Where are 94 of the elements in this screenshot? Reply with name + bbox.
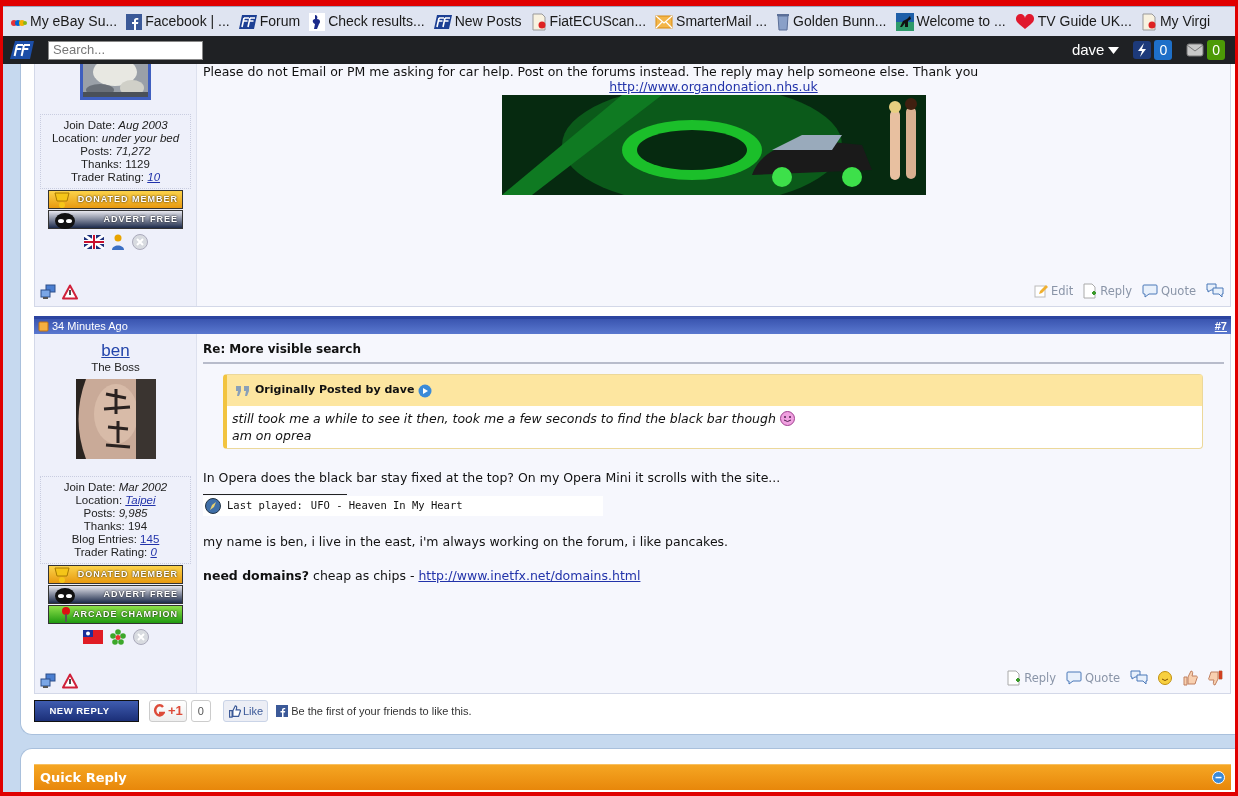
user-info-line: Thanks: 194 xyxy=(82,520,149,533)
bin-icon xyxy=(776,12,791,31)
track-name: UFO - Heaven In My Heart xyxy=(310,497,463,513)
plus-one-count: 0 xyxy=(190,700,211,722)
thumbs-up-icon xyxy=(227,704,241,718)
caret-icon xyxy=(1108,46,1120,54)
bookmark-link[interactable]: Golden Bunn... xyxy=(776,11,887,32)
bookmark-link[interactable]: My eBay Su... xyxy=(11,11,118,32)
multi-quote-icon[interactable] xyxy=(1130,670,1148,687)
speech-bubble-icon xyxy=(1066,671,1083,686)
page-add-icon xyxy=(1007,670,1022,687)
user-title: The Boss xyxy=(91,360,140,374)
post-message: In Opera does the black bar stay fixed at the top? On my Opera Mini it scrolls with the site... xyxy=(203,469,782,487)
network-icon[interactable] xyxy=(40,284,56,300)
signature-text: my name is ben, i live in the east, i'm always working on the forum, i like pancakes. xyxy=(203,532,730,551)
post-title: Re: More visible search xyxy=(203,341,362,358)
offline-status-icon xyxy=(132,629,149,645)
user-info-line: Location: Taipei xyxy=(74,494,157,507)
google-letter-icon xyxy=(153,703,165,719)
like-prompt-text: Be the first of your friends to like this. xyxy=(291,703,472,719)
bookmark-link[interactable]: FiatECUScan... xyxy=(530,11,647,32)
bookmark-link[interactable]: New Posts xyxy=(433,11,522,32)
pencil-icon xyxy=(1033,284,1048,299)
new-reply-button[interactable]: NEW REPLY xyxy=(34,700,139,722)
bookmark-link[interactable]: Forum xyxy=(238,11,301,32)
post-time: 34 Minutes Ago xyxy=(52,319,128,335)
forum-logo-icon[interactable] xyxy=(10,40,34,60)
rank-badge: ADVERT FREE xyxy=(48,210,183,229)
user-info-line: Join Date: Mar 2002 xyxy=(62,481,169,494)
notification-count-badge[interactable]: 0 xyxy=(1154,40,1173,60)
offline-status-icon xyxy=(131,234,148,250)
bookmark-link[interactable]: TV Guide UK... xyxy=(1014,11,1132,32)
view-post-icon[interactable] xyxy=(418,383,433,398)
last-played-label: Last played: xyxy=(227,497,303,513)
thumbs-down-icon[interactable] xyxy=(1208,670,1224,687)
rank-badge: DONATED MEMBER xyxy=(48,190,183,209)
user-info-line: Thanks: 1129 xyxy=(80,158,151,171)
forum-logo-icon xyxy=(238,13,257,30)
heart-icon xyxy=(1014,13,1035,30)
bookmark-link[interactable]: My Virgi xyxy=(1140,11,1211,32)
network-icon[interactable] xyxy=(40,673,56,689)
user-icon xyxy=(110,234,125,250)
signature-link[interactable]: http://www.organdonation.nhs.uk xyxy=(609,79,818,95)
search-field[interactable]: Search... xyxy=(48,40,203,60)
facebook-icon xyxy=(126,13,143,30)
page-star-icon xyxy=(530,12,547,31)
page-add-icon xyxy=(1083,283,1098,300)
signature-notice: Please do not Email or PM me asking for car help. Post on the forums instead. The reply may help someone else. Thank you xyxy=(202,64,980,79)
user-info-line: Join Date: Aug 2003 xyxy=(62,119,169,132)
flag-icon xyxy=(82,630,103,644)
user-info-line: Blog Entries: 145 xyxy=(70,533,161,546)
envelope-icon xyxy=(655,14,674,29)
message-count-badge[interactable]: 0 xyxy=(1207,40,1225,60)
quote-author: Originally Posted by dave xyxy=(255,382,415,399)
quote-marks-icon xyxy=(235,384,251,397)
quote-text: am on oprea xyxy=(232,427,313,444)
page-star-icon xyxy=(1140,12,1157,31)
compass-icon xyxy=(205,497,221,514)
user-info-line: Posts: 71,272 xyxy=(79,145,152,158)
user-info-line: Trader Rating: 10 xyxy=(69,171,162,184)
rank-badge: ARCADE CHAMPION xyxy=(48,605,183,624)
bookmark-link[interactable]: SmarterMail ... xyxy=(655,11,768,32)
lightning-icon[interactable] xyxy=(1133,41,1152,59)
smiley-icon xyxy=(779,411,795,426)
rank-badge: DONATED MEMBER xyxy=(48,565,183,584)
collapse-icon[interactable] xyxy=(1212,771,1225,784)
user-info-line: Location: under your bed xyxy=(50,132,181,145)
bookmark-link[interactable]: Facebook | ... xyxy=(126,11,230,32)
quote-text: still took me a while to see it then, took me a few seconds to find the black bar though xyxy=(232,410,1197,427)
quick-reply-title: Quick Reply xyxy=(40,768,127,787)
username-link[interactable]: ben xyxy=(101,341,130,360)
domains-link[interactable]: http://www.inetfx.net/domains.html xyxy=(418,567,641,583)
flower-icon xyxy=(109,629,126,645)
post-status-icon xyxy=(38,321,49,332)
thumbs-up-icon[interactable] xyxy=(1182,670,1198,687)
forum-logo-icon xyxy=(433,13,452,30)
signature-promo: need domains? cheap as chips - http://www.inetfx.net/domains.html xyxy=(203,566,642,585)
facebook-icon xyxy=(276,705,289,717)
warning-icon[interactable] xyxy=(62,284,78,300)
warning-icon[interactable] xyxy=(62,673,78,689)
multi-quote-icon[interactable] xyxy=(1206,283,1224,300)
bookmark-link[interactable]: Check results... xyxy=(309,11,425,32)
user-info-line: Trader Rating: 0 xyxy=(73,546,158,559)
like-button[interactable]: Like xyxy=(222,700,269,722)
smiley-icon[interactable] xyxy=(1158,671,1172,686)
speech-bubble-icon xyxy=(1142,284,1159,299)
google-plus-one-button[interactable]: +1 xyxy=(149,700,187,722)
flag-icon xyxy=(83,235,104,249)
rank-badge: ADVERT FREE xyxy=(48,585,183,604)
envelope-icon[interactable] xyxy=(1186,42,1205,58)
bookmark-link[interactable]: Welcome to ... xyxy=(895,11,1006,32)
post-number-link[interactable]: #7 xyxy=(1214,318,1227,335)
user-info-line: Posts: 9,985 xyxy=(82,507,149,520)
user-menu-button[interactable]: dave xyxy=(1071,38,1120,62)
